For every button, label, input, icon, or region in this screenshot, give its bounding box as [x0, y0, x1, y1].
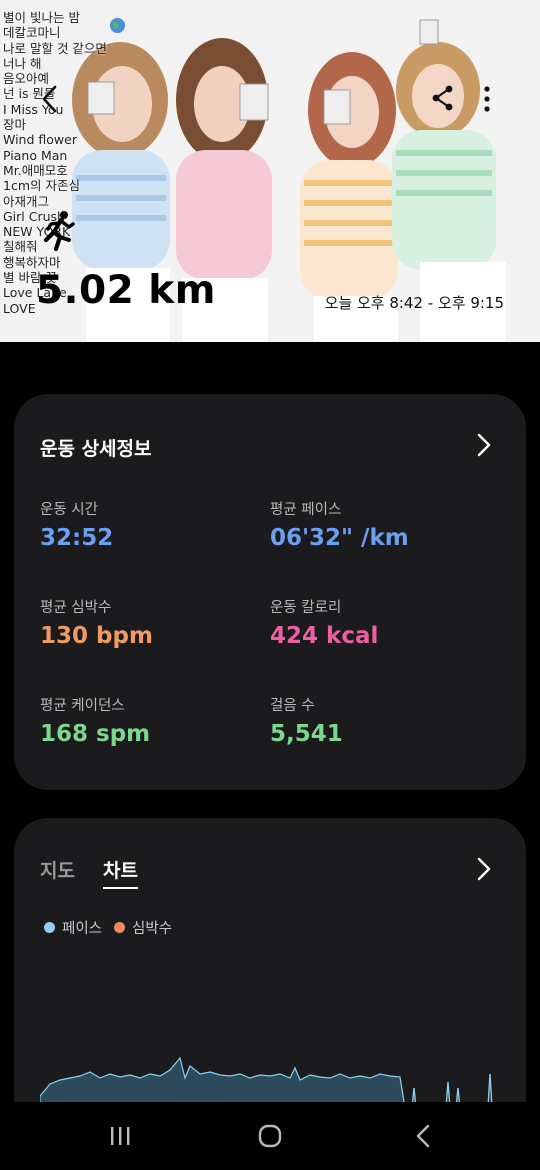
chart-legend: 페이스 심박수: [44, 917, 172, 938]
metric-average-cadence: 평균 케이던스 168 spm: [40, 694, 260, 747]
metric-label: 운동 칼로리: [270, 600, 342, 616]
metric-label: 걸음 수: [270, 698, 315, 714]
playlist-item: Mr.애매모호: [3, 162, 68, 178]
running-icon: [43, 211, 75, 252]
metric-label: 운동 시간: [40, 502, 98, 518]
home-icon[interactable]: [256, 1122, 284, 1150]
playlist-item: 나로 말할 것 같으면: [3, 40, 107, 56]
workout-distance: 5.02 km: [36, 268, 216, 313]
metric-value: 5,541: [270, 721, 343, 747]
chevron-left-icon[interactable]: [38, 84, 62, 114]
playlist-item: 1cm의 자존심: [3, 178, 80, 194]
playlist-item: 아재개그: [3, 193, 50, 209]
playlist-item: 너나 해: [3, 55, 42, 71]
playlist-item: I Miss You: [3, 101, 64, 117]
back-icon[interactable]: [410, 1122, 438, 1150]
legend-label: 페이스: [62, 921, 103, 937]
legend-dot: [114, 922, 126, 933]
card-tabs: 지도 차트: [40, 856, 138, 889]
playlist-item: Wind flower: [3, 132, 77, 148]
metric-label: 평균 페이스: [270, 502, 342, 518]
legend-item-pace: 페이스: [44, 917, 102, 938]
playlist-item: Piano Man: [3, 147, 68, 163]
share-icon[interactable]: [432, 85, 454, 111]
details-card-title: 운동 상세정보: [40, 438, 152, 460]
system-navigation-bar: [0, 1102, 540, 1170]
metric-calories: 운동 칼로리 424 kcal: [270, 596, 490, 649]
more-vertical-icon[interactable]: [478, 85, 496, 113]
playlist-item: 넌 is 뭔들: [3, 86, 56, 102]
workout-time-range: 오늘 오후 8:42 - 오후 9:15: [324, 294, 504, 312]
metric-value: 424 kcal: [270, 623, 379, 649]
legend-item-heart-rate: 심박수: [114, 917, 172, 938]
pace-heart-rate-chart: [40, 1056, 493, 1108]
chevron-right-icon[interactable]: [476, 432, 492, 458]
map-chart-card: 지도 차트 페이스 심박수: [14, 818, 526, 1118]
playlist-item: 장마: [3, 117, 27, 133]
metric-steps: 걸음 수 5,541: [270, 694, 490, 747]
workout-hero-image: 별이 빛나는 밤 데칼코마니 나로 말할 것 같으면 너나 해 음오아예 넌 i…: [0, 0, 540, 342]
playlist-item: 음오아예: [3, 71, 50, 87]
metric-average-pace: 평균 페이스 06'32" /km: [270, 498, 490, 551]
workout-details-card[interactable]: 운동 상세정보 운동 시간 32:52 평균 페이스 06'32" /km 평균…: [14, 394, 526, 790]
globe-icon: [109, 17, 126, 34]
recent-apps-icon[interactable]: [106, 1122, 134, 1150]
metric-value: 32:52: [40, 525, 114, 551]
metric-average-heart-rate: 평균 심박수 130 bpm: [40, 596, 260, 649]
metric-label: 평균 케이던스: [40, 698, 125, 714]
legend-dot: [44, 922, 55, 933]
legend-label: 심박수: [132, 921, 173, 937]
metric-workout-time: 운동 시간 32:52: [40, 498, 260, 551]
metric-value: 130 bpm: [40, 623, 153, 649]
metric-value: 06'32" /km: [270, 525, 409, 551]
tab-chart[interactable]: 차트: [102, 856, 138, 889]
pace-area: [40, 1056, 406, 1108]
metric-label: 평균 심박수: [40, 600, 112, 616]
tab-map[interactable]: 지도: [40, 856, 75, 889]
metric-value: 168 spm: [40, 721, 151, 747]
chevron-right-icon[interactable]: [476, 856, 492, 882]
